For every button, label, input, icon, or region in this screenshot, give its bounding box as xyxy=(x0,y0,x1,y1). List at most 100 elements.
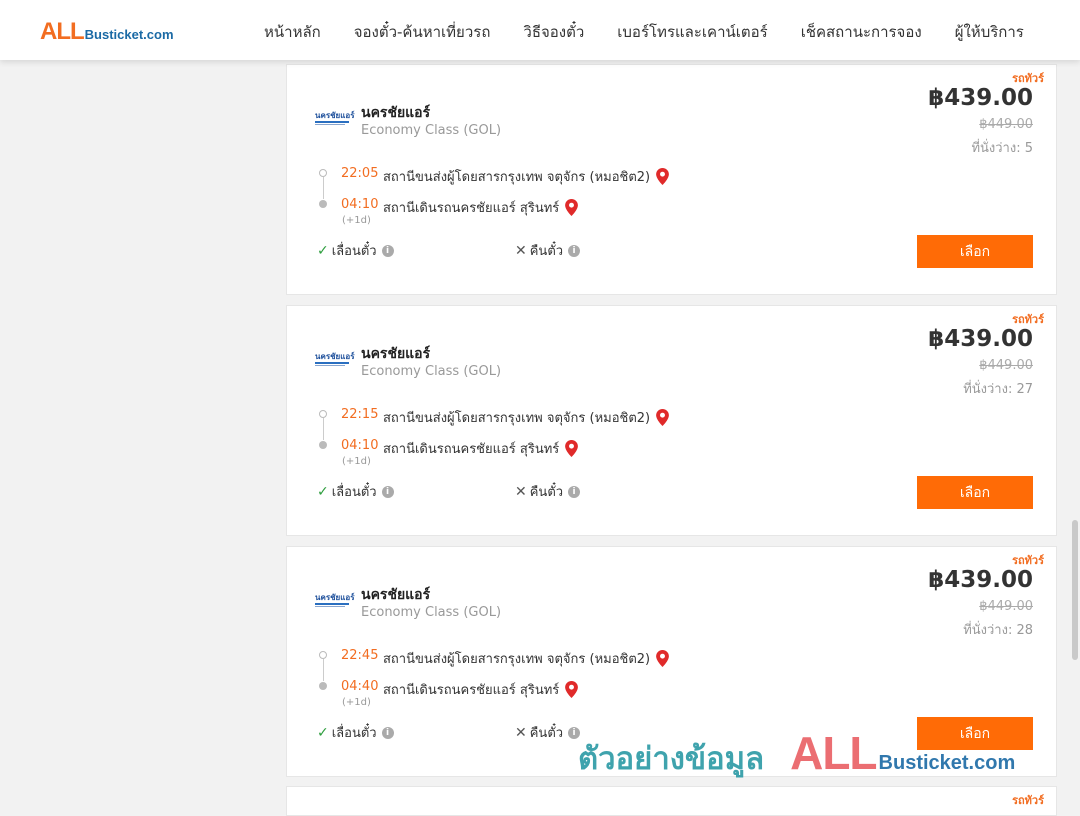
arrive-station-name: สถานีเดินรถนครชัยแอร์ สุรินทร์ xyxy=(383,442,560,457)
logo-all-text: ALL xyxy=(40,18,85,45)
feature-refund-label: คืนตั๋ว xyxy=(529,244,564,259)
info-icon[interactable]: i xyxy=(381,485,394,498)
seat-class: Economy Class (GOL) xyxy=(361,364,502,379)
depart-station-name: สถานีขนส่งผู้โดยสารกรุงเทพ จตุจักร (หมอช… xyxy=(383,411,651,426)
depart-station: สถานีขนส่งผู้โดยสารกรุงเทพ จตุจักร (หมอช… xyxy=(383,648,670,669)
operator-logo: นครชัยแอร์ xyxy=(315,352,355,368)
feature-change-label: เลื่อนตั๋ว xyxy=(331,244,377,259)
timeline-line xyxy=(322,659,324,681)
map-pin-icon[interactable] xyxy=(565,440,579,457)
arrive-station: สถานีเดินรถนครชัยแอร์ สุรินทร์ xyxy=(383,679,579,700)
arrive-station-name: สถานีเดินรถนครชัยแอร์ สุรินทร์ xyxy=(383,683,560,698)
old-price: ฿449.00 xyxy=(979,599,1033,614)
info-icon[interactable]: i xyxy=(381,244,394,257)
nav-book-search[interactable]: จองตั๋ว-ค้นหาเที่ยวรถ xyxy=(354,20,491,44)
info-icon[interactable]: i xyxy=(568,485,581,498)
nav-phone-counters[interactable]: เบอร์โทรและเคาน์เตอร์ xyxy=(617,20,767,44)
operator-name: นครชัยแอร์ xyxy=(361,105,431,121)
operator-name: นครชัยแอร์ xyxy=(361,346,431,362)
timeline-start-dot xyxy=(319,410,327,418)
main-nav: หน้าหลัก จองตั๋ว-ค้นหาเที่ยวรถ วิธีจองตั… xyxy=(264,20,1024,44)
logo-domain-text: Busticket.com xyxy=(84,27,174,42)
nav-home[interactable]: หน้าหลัก xyxy=(264,20,321,44)
select-button[interactable]: เลือก xyxy=(917,717,1033,750)
cross-icon: ✕ xyxy=(515,724,527,741)
info-icon[interactable]: i xyxy=(568,726,581,739)
old-price: ฿449.00 xyxy=(979,117,1033,132)
map-pin-icon[interactable] xyxy=(656,409,670,426)
depart-time: 22:05 xyxy=(341,166,379,181)
seats-available: ที่นั่งว่าง: 28 xyxy=(963,623,1033,638)
check-icon: ✓ xyxy=(317,483,329,500)
map-pin-icon[interactable] xyxy=(656,168,670,185)
timeline-line xyxy=(322,418,324,440)
timeline-line xyxy=(322,177,324,199)
feature-change-ticket: ✓ เลื่อนตั๋ว i xyxy=(317,722,394,743)
arrive-time: 04:10 xyxy=(341,197,379,212)
nav-operators[interactable]: ผู้ให้บริการ xyxy=(955,20,1024,44)
feature-change-ticket: ✓ เลื่อนตั๋ว i xyxy=(317,481,394,502)
nav-how-to-book[interactable]: วิธีจองตั๋ว xyxy=(523,20,584,44)
price: ฿439.00 xyxy=(928,85,1033,111)
map-pin-icon[interactable] xyxy=(565,199,579,216)
site-logo[interactable]: ALL Busticket.com xyxy=(40,18,174,46)
feature-refund-label: คืนตั๋ว xyxy=(529,726,564,741)
depart-time: 22:15 xyxy=(341,407,379,422)
timeline-start-dot xyxy=(319,169,327,177)
check-icon: ✓ xyxy=(317,724,329,741)
operator-logo-text: นครชัยแอร์ xyxy=(315,111,355,120)
feature-change-label: เลื่อนตั๋ว xyxy=(331,726,377,741)
depart-station: สถานีขนส่งผู้โดยสารกรุงเทพ จตุจักร (หมอช… xyxy=(383,166,670,187)
seats-available: ที่นั่งว่าง: 5 xyxy=(971,141,1033,156)
operator-logo-text: นครชัยแอร์ xyxy=(315,352,355,361)
trip-card-partial: รถทัวร์ xyxy=(286,786,1057,816)
price: ฿439.00 xyxy=(928,567,1033,593)
cross-icon: ✕ xyxy=(515,242,527,259)
map-pin-icon[interactable] xyxy=(656,650,670,667)
timeline-end-dot xyxy=(319,441,327,449)
select-button[interactable]: เลือก xyxy=(917,235,1033,268)
operator-logo: นครชัยแอร์ xyxy=(315,111,355,127)
cross-icon: ✕ xyxy=(515,483,527,500)
seat-class: Economy Class (GOL) xyxy=(361,605,502,620)
check-icon: ✓ xyxy=(317,242,329,259)
feature-refund-label: คืนตั๋ว xyxy=(529,485,564,500)
arrive-time: 04:40 xyxy=(341,679,379,694)
nav-check-booking[interactable]: เช็คสถานะการจอง xyxy=(801,20,922,44)
select-button[interactable]: เลือก xyxy=(917,476,1033,509)
arrive-time: 04:10 xyxy=(341,438,379,453)
trip-card: รถทัวร์ นครชัยแอร์ นครชัยแอร์ Economy Cl… xyxy=(286,546,1057,777)
price: ฿439.00 xyxy=(928,326,1033,352)
feature-refund-ticket: ✕ คืนตั๋ว i xyxy=(515,481,581,502)
info-icon[interactable]: i xyxy=(381,726,394,739)
arrive-station: สถานีเดินรถนครชัยแอร์ สุรินทร์ xyxy=(383,197,579,218)
day-offset: (+1d) xyxy=(342,215,371,226)
seats-available: ที่นั่งว่าง: 27 xyxy=(963,382,1033,397)
depart-station-name: สถานีขนส่งผู้โดยสารกรุงเทพ จตุจักร (หมอช… xyxy=(383,170,651,185)
day-offset: (+1d) xyxy=(342,456,371,467)
map-pin-icon[interactable] xyxy=(565,681,579,698)
bus-type-tag: รถทัวร์ xyxy=(1012,794,1044,807)
operator-logo-text: นครชัยแอร์ xyxy=(315,593,355,602)
timeline-end-dot xyxy=(319,200,327,208)
feature-refund-ticket: ✕ คืนตั๋ว i xyxy=(515,240,581,261)
feature-change-ticket: ✓ เลื่อนตั๋ว i xyxy=(317,240,394,261)
feature-refund-ticket: ✕ คืนตั๋ว i xyxy=(515,722,581,743)
depart-station: สถานีขนส่งผู้โดยสารกรุงเทพ จตุจักร (หมอช… xyxy=(383,407,670,428)
seat-class: Economy Class (GOL) xyxy=(361,123,502,138)
trip-card: รถทัวร์ นครชัยแอร์ นครชัยแอร์ Economy Cl… xyxy=(286,64,1057,295)
trip-card: รถทัวร์ นครชัยแอร์ นครชัยแอร์ Economy Cl… xyxy=(286,305,1057,536)
page-scrollbar[interactable] xyxy=(1072,520,1078,660)
depart-time: 22:45 xyxy=(341,648,379,663)
info-icon[interactable]: i xyxy=(568,244,581,257)
feature-change-label: เลื่อนตั๋ว xyxy=(331,485,377,500)
day-offset: (+1d) xyxy=(342,697,371,708)
old-price: ฿449.00 xyxy=(979,358,1033,373)
operator-name: นครชัยแอร์ xyxy=(361,587,431,603)
depart-station-name: สถานีขนส่งผู้โดยสารกรุงเทพ จตุจักร (หมอช… xyxy=(383,652,651,667)
arrive-station: สถานีเดินรถนครชัยแอร์ สุรินทร์ xyxy=(383,438,579,459)
timeline-end-dot xyxy=(319,682,327,690)
site-header: ALL Busticket.com หน้าหลัก จองตั๋ว-ค้นหา… xyxy=(0,0,1080,60)
operator-logo: นครชัยแอร์ xyxy=(315,593,355,609)
arrive-station-name: สถานีเดินรถนครชัยแอร์ สุรินทร์ xyxy=(383,201,560,216)
